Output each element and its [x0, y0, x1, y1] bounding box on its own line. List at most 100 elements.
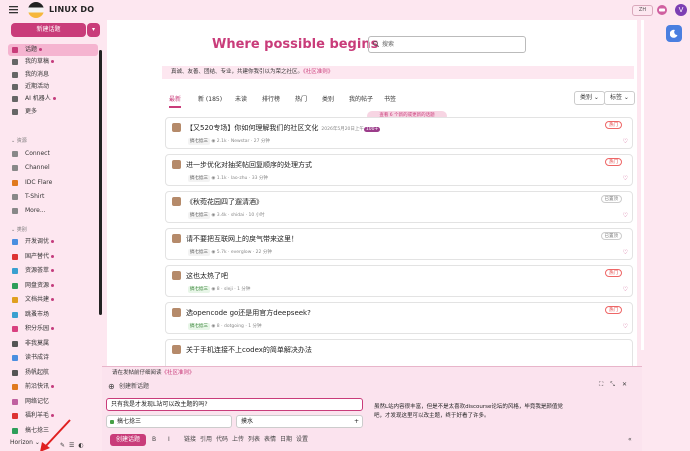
- topic-avatar[interactable]: [172, 345, 181, 354]
- sidebar-item[interactable]: 资源荟萃: [8, 265, 98, 277]
- sidebar-item[interactable]: 网络记忆: [8, 396, 98, 408]
- sidebar-item[interactable]: 积分乐园: [8, 323, 98, 335]
- composer-window-controls[interactable]: ⛶⤡✕: [599, 381, 634, 389]
- tag-select[interactable]: 摸水 +: [236, 415, 363, 428]
- tab-3[interactable]: 排行榜: [262, 94, 280, 103]
- topic-user[interactable]: shidai: [231, 213, 244, 218]
- topic-category[interactable]: 搞七捻三: [188, 138, 210, 145]
- hamburger-menu-icon[interactable]: [8, 4, 19, 15]
- tab-dropdown-0[interactable]: 类别 ⌄: [574, 91, 605, 105]
- topic-user[interactable]: dotgoing: [224, 324, 244, 329]
- sidebar-item[interactable]: 话题: [8, 44, 98, 56]
- site-logo[interactable]: [28, 2, 44, 18]
- toolbar-item-9[interactable]: 设置: [296, 434, 308, 446]
- toolbar-item-6[interactable]: 列表: [248, 434, 260, 446]
- chat-icon[interactable]: [656, 4, 668, 16]
- language-button[interactable]: ZH: [632, 5, 653, 16]
- topic-title[interactable]: 【又520专场】你如何理解我们的社区文化 2026年5月20日上午 100+: [186, 123, 381, 133]
- tab-7[interactable]: 书签: [384, 94, 396, 103]
- tab-6[interactable]: 我的帖子: [349, 94, 373, 103]
- topic-card[interactable]: 进一步优化对抽奖帖回复顺序的处理方式 搞七捻三 ◉ 1.1k · lao-zhu …: [165, 154, 633, 186]
- guidelines-link[interactable]: 《社区准则》: [303, 69, 333, 75]
- heart-icon[interactable]: ♡: [623, 138, 628, 145]
- toolbar-item-0[interactable]: B: [152, 434, 156, 446]
- toolbar-item-7[interactable]: 表情: [264, 434, 276, 446]
- topic-card[interactable]: 《秋菀花园四了遛清酒》 搞七捻三 ◉ 3.4k · shidai · 10 小时 ♡…: [165, 191, 633, 223]
- toolbar-item-8[interactable]: 日期: [280, 434, 292, 446]
- topic-user[interactable]: Newstar: [231, 139, 250, 144]
- sidebar-section-categories[interactable]: 类别: [11, 226, 27, 233]
- topic-card[interactable]: 【又520专场】你如何理解我们的社区文化 2026年5月20日上午 100+ 搞七捻三…: [165, 117, 633, 149]
- topic-avatar[interactable]: [172, 123, 181, 132]
- sidebar-item[interactable]: 扬帆起航: [8, 367, 98, 379]
- sidebar-item[interactable]: 网盘资源: [8, 280, 98, 292]
- collapse-icon[interactable]: «: [628, 434, 632, 446]
- sidebar-item[interactable]: More...: [8, 205, 98, 217]
- topic-title[interactable]: 选opencode go还是用官方deepseek?: [186, 308, 311, 318]
- sidebar-item[interactable]: 非我莫属: [8, 338, 98, 350]
- new-topic-button[interactable]: 新建话题: [11, 23, 86, 37]
- tab-1[interactable]: 新 (185): [198, 94, 222, 103]
- topic-card[interactable]: 选opencode go还是用官方deepseek? 搞七捻三 ◉ 8 · dot…: [165, 302, 633, 334]
- topic-category[interactable]: 搞七捻三: [188, 249, 210, 256]
- sidebar-item[interactable]: T-Shirt: [8, 191, 98, 203]
- toolbar-item-5[interactable]: 上传: [232, 434, 244, 446]
- sidebar-item[interactable]: 国产替代: [8, 251, 98, 263]
- add-tag-icon[interactable]: +: [354, 416, 359, 427]
- topic-user[interactable]: everglow: [231, 250, 252, 255]
- user-avatar[interactable]: V: [675, 4, 687, 16]
- composer-guidelines-link[interactable]: 《社区准则》: [162, 370, 195, 376]
- heart-icon[interactable]: ♡: [623, 175, 628, 182]
- heart-icon[interactable]: ♡: [623, 286, 628, 293]
- topic-avatar[interactable]: [172, 234, 181, 243]
- topic-category[interactable]: 搞七捻三: [188, 212, 210, 219]
- tab-4[interactable]: 热门: [295, 94, 307, 103]
- site-title[interactable]: LINUX DO: [49, 5, 94, 14]
- category-select[interactable]: 搞七捻三: [106, 415, 232, 428]
- heart-icon[interactable]: ♡: [623, 323, 628, 330]
- sidebar-section-resources[interactable]: 资源: [11, 137, 27, 144]
- sidebar-item[interactable]: 文档共建: [8, 294, 98, 306]
- sidebar-item[interactable]: 我的草稿: [8, 56, 98, 68]
- topic-category[interactable]: 搞七捻三: [188, 323, 210, 330]
- composer-action-label[interactable]: 创建新话题: [119, 383, 149, 390]
- topic-avatar[interactable]: [172, 197, 181, 206]
- topic-user[interactable]: sleji: [224, 287, 233, 292]
- tab-0[interactable]: 最新: [169, 94, 182, 108]
- topic-card[interactable]: 这也太热了吧 搞七捻三 ◉ 8 · sleji · 1 分钟 ♡ 热门: [165, 265, 633, 297]
- plus-icon[interactable]: ⊕: [108, 381, 115, 392]
- topic-title[interactable]: 关于手机连接不上codex的简单解决办法: [186, 345, 312, 355]
- sidebar-item[interactable]: 开发调优: [8, 236, 98, 248]
- sidebar-item[interactable]: 更多: [8, 106, 98, 118]
- sidebar-item[interactable]: Channel: [8, 162, 98, 174]
- topic-avatar[interactable]: [172, 308, 181, 317]
- search-input[interactable]: 搜索: [368, 36, 526, 53]
- topic-title[interactable]: 《秋菀花园四了遛清酒》: [186, 197, 263, 207]
- topic-avatar[interactable]: [172, 271, 181, 280]
- heart-icon[interactable]: ♡: [623, 249, 628, 256]
- topic-card[interactable]: 请不要把互联网上的戾气带来这里！ 搞七捻三 ◉ 5.7k · everglow ·…: [165, 228, 633, 260]
- topic-title[interactable]: 这也太热了吧: [186, 271, 228, 281]
- toolbar-item-3[interactable]: 引用: [200, 434, 212, 446]
- submit-topic-button[interactable]: 创建话题: [110, 434, 146, 446]
- sidebar-item[interactable]: 我的消息: [8, 69, 98, 81]
- toolbar-item-1[interactable]: I: [168, 434, 170, 446]
- topic-title-input[interactable]: 只有我是才发现L站可以改主题的吗?: [106, 398, 363, 411]
- topic-category[interactable]: 搞七捻三: [188, 175, 210, 182]
- sidebar-item[interactable]: 近期活动: [8, 81, 98, 93]
- topic-category[interactable]: 搞七捻三: [188, 286, 210, 293]
- tab-5[interactable]: 类别: [322, 94, 334, 103]
- heart-icon[interactable]: ♡: [623, 212, 628, 219]
- new-topic-dropdown-button[interactable]: ▾: [87, 23, 100, 37]
- sidebar-item[interactable]: 前沿快讯: [8, 381, 98, 393]
- topic-title[interactable]: 请不要把互联网上的戾气带来这里！: [186, 234, 298, 244]
- tab-2[interactable]: 未读: [235, 94, 247, 103]
- sidebar-scrollbar[interactable]: [99, 50, 102, 315]
- sidebar-item[interactable]: IDC Flare: [8, 177, 98, 189]
- toolbar-item-4[interactable]: 代码: [216, 434, 228, 446]
- main-scrollbar[interactable]: [641, 20, 644, 350]
- sidebar-item[interactable]: Connect: [8, 148, 98, 160]
- sidebar-item[interactable]: 跳蚤市场: [8, 309, 98, 321]
- topic-avatar[interactable]: [172, 160, 181, 169]
- toolbar-item-2[interactable]: 链接: [184, 434, 196, 446]
